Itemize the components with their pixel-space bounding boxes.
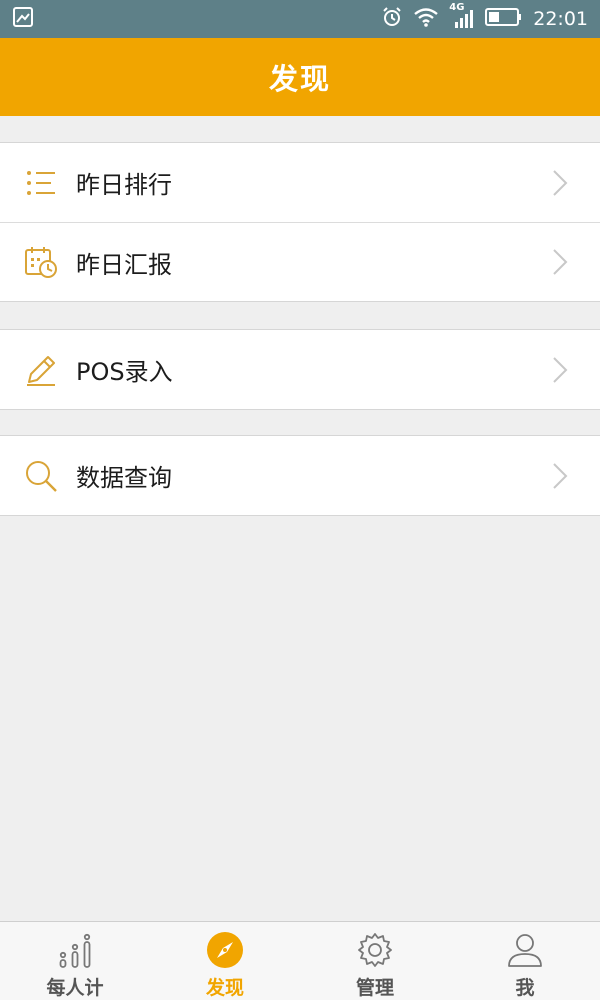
tab-manage[interactable]: 管理 — [300, 922, 450, 1000]
battery-icon — [485, 7, 523, 32]
menu-item-yesterday-report[interactable]: 昨日汇报 — [0, 222, 600, 301]
pencil-icon — [24, 353, 58, 387]
menu-group-2: POS录入 — [0, 329, 600, 410]
menu-item-pos-entry[interactable]: POS录入 — [0, 330, 600, 409]
tab-me[interactable]: 我 — [450, 922, 600, 1000]
tab-per-person[interactable]: 每人计 — [0, 922, 150, 1000]
chevron-right-icon — [550, 355, 570, 385]
list-icon — [24, 166, 58, 200]
wifi-icon — [413, 6, 439, 33]
person-icon — [505, 930, 545, 970]
compass-icon — [205, 930, 245, 970]
chevron-right-icon — [550, 461, 570, 491]
chevron-right-icon — [550, 247, 570, 277]
calendar-clock-icon — [24, 245, 58, 279]
network-type: 4G — [449, 2, 465, 13]
search-icon — [24, 459, 58, 493]
app-header: 发现 — [0, 38, 600, 116]
tab-label: 管理 — [355, 977, 394, 999]
menu-item-data-query[interactable]: 数据查询 — [0, 436, 600, 515]
gear-icon — [355, 930, 395, 970]
alarm-icon — [381, 6, 403, 33]
image-icon — [12, 6, 34, 32]
menu-group-3: 数据查询 — [0, 435, 600, 516]
page-title: 发现 — [268, 62, 331, 96]
bottom-tab-bar: 每人计 发现 管理 我 — [0, 921, 600, 1000]
menu-item-yesterday-ranking[interactable]: 昨日排行 — [0, 143, 600, 222]
tab-discover[interactable]: 发现 — [150, 922, 300, 1000]
tab-label: 每人计 — [46, 977, 104, 999]
signal-icon: 4G — [449, 2, 475, 30]
status-left — [12, 6, 34, 32]
menu-group-1: 昨日排行 昨日汇报 — [0, 142, 600, 302]
bar-chart-icon — [55, 930, 95, 970]
menu-item-label: 昨日汇报 — [76, 250, 172, 279]
status-time: 22:01 — [533, 8, 588, 30]
tab-label: 我 — [515, 977, 535, 999]
status-right: 4G 22:01 — [381, 2, 588, 33]
tab-label: 发现 — [205, 977, 244, 999]
menu-item-label: POS录入 — [76, 358, 173, 386]
menu-item-label: 数据查询 — [76, 464, 172, 492]
menu-item-label: 昨日排行 — [76, 171, 172, 199]
chevron-right-icon — [550, 168, 570, 198]
status-bar: 4G 22:01 — [0, 0, 600, 38]
